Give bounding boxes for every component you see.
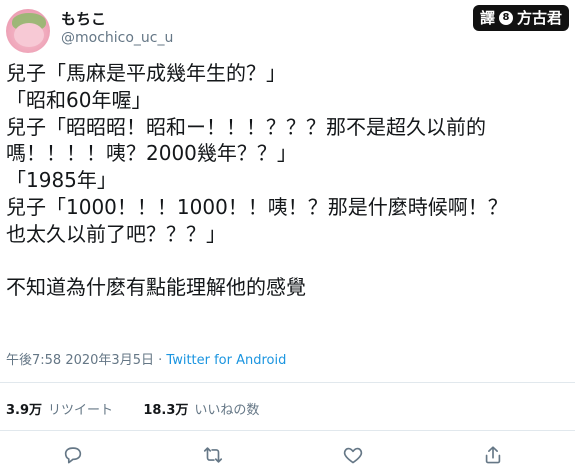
like-button[interactable] xyxy=(342,444,366,466)
divider xyxy=(0,382,575,383)
likes-label: いいねの数 xyxy=(194,403,260,418)
tweet-stats: 3.9万 リツイート 18.3万 いいねの数 xyxy=(6,399,259,418)
divider xyxy=(0,430,575,431)
tweet-line: 兒子「馬麻是平成幾年生的？」 xyxy=(6,61,286,85)
retweets-count: 3.9万 xyxy=(6,403,43,418)
reply-icon xyxy=(62,447,84,470)
tweet-line: 也太久以前了吧？？？」 xyxy=(6,221,226,246)
translator-watermark: 譯 8 方古君 xyxy=(472,5,569,31)
tweet-header: もちこ @mochico_uc_u 譯 8 方古君 xyxy=(0,0,575,60)
share-icon xyxy=(482,446,504,470)
share-button[interactable] xyxy=(482,444,506,466)
avatar-mochi xyxy=(14,23,44,47)
tweet-time[interactable]: 午後7:58 xyxy=(6,353,61,368)
likes-count: 18.3万 xyxy=(143,403,189,418)
retweet-button[interactable] xyxy=(202,444,226,466)
avatar[interactable] xyxy=(6,9,50,53)
tweet-line: 兒子「昭昭昭！昭和ー！！！？？？那不是超久以前的 xyxy=(6,114,486,139)
meta-separator: · xyxy=(158,353,163,368)
retweets-stat[interactable]: 3.9万 リツイート xyxy=(6,403,117,418)
tweet-date[interactable]: 2020年3月5日 xyxy=(65,353,154,368)
retweets-label: リツイート xyxy=(48,403,114,418)
tweet-line: 「1985年」 xyxy=(6,168,117,193)
user-handle[interactable]: @mochico_uc_u xyxy=(61,30,173,46)
tweet-line: 「昭和60年喔」 xyxy=(6,87,152,112)
reply-button[interactable] xyxy=(62,444,86,466)
tweet-actions xyxy=(0,440,575,470)
tweet-client-link[interactable]: Twitter for Android xyxy=(166,353,286,368)
tweet-text: 兒子「馬麻是平成幾年生的？」 「昭和60年喔」 兒子「昭昭昭！昭和ー！！！？？？… xyxy=(6,60,566,301)
watermark-prefix: 譯 xyxy=(479,9,495,27)
watermark-name: 方古君 xyxy=(516,9,562,27)
tweet-line: 兒子「1000！！！1000！！咦！？那是什麼時候啊！？ xyxy=(6,194,508,219)
watermark-badge: 8 xyxy=(498,11,513,25)
tweet-line: 不知道為什麽有點能理解他的感覺 xyxy=(6,275,306,300)
likes-stat[interactable]: 18.3万 いいねの数 xyxy=(143,403,259,418)
tweet-line: 嗎！！！！咦？2000幾年？？」 xyxy=(6,141,297,166)
retweet-icon xyxy=(202,447,224,470)
like-icon xyxy=(342,447,364,470)
user-display-name[interactable]: もちこ xyxy=(61,8,106,29)
tweet-meta: 午後7:58 2020年3月5日 · Twitter for Android xyxy=(6,349,286,368)
